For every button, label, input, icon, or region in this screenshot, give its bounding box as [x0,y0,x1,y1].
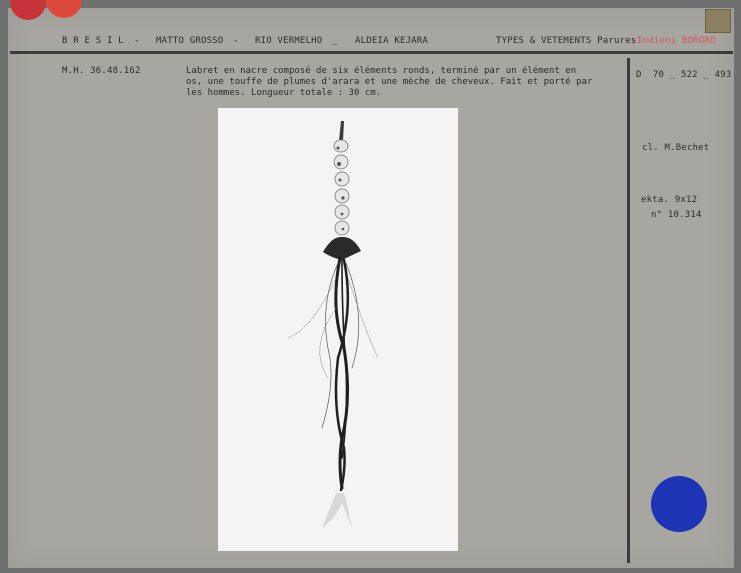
postage-stamp [705,9,731,33]
photo-number: n° 10.314 [651,210,702,220]
village-label: ALDEIA KEJARA [355,36,429,46]
people-label: Indiens BORORO [637,36,716,46]
river-label: RIO VERMELHO [255,36,323,46]
object-description: Labret en nacre composé de six éléments … [186,66,593,98]
separator-dash: _ [332,36,338,46]
column-divider [627,58,630,563]
labret-image [287,121,379,528]
separator-dash: - [233,36,239,46]
object-photograph [218,108,458,551]
separator-dash: - [134,36,140,46]
region-label: MATTO GROSSO [156,36,224,46]
category-label: TYPES & VETEMENTS Parures [496,36,637,46]
header-rule [10,51,733,54]
inventory-number: M.H. 36.48.162 [62,66,141,76]
country-label: B R E S I L [62,36,124,46]
photographer-credit: cl. M.Bechet [642,143,710,153]
blue-marker-dot [651,476,707,532]
film-format: ekta. 9x12 [641,195,698,205]
reference-code: D 70 _ 522 _ 493 [636,70,732,80]
